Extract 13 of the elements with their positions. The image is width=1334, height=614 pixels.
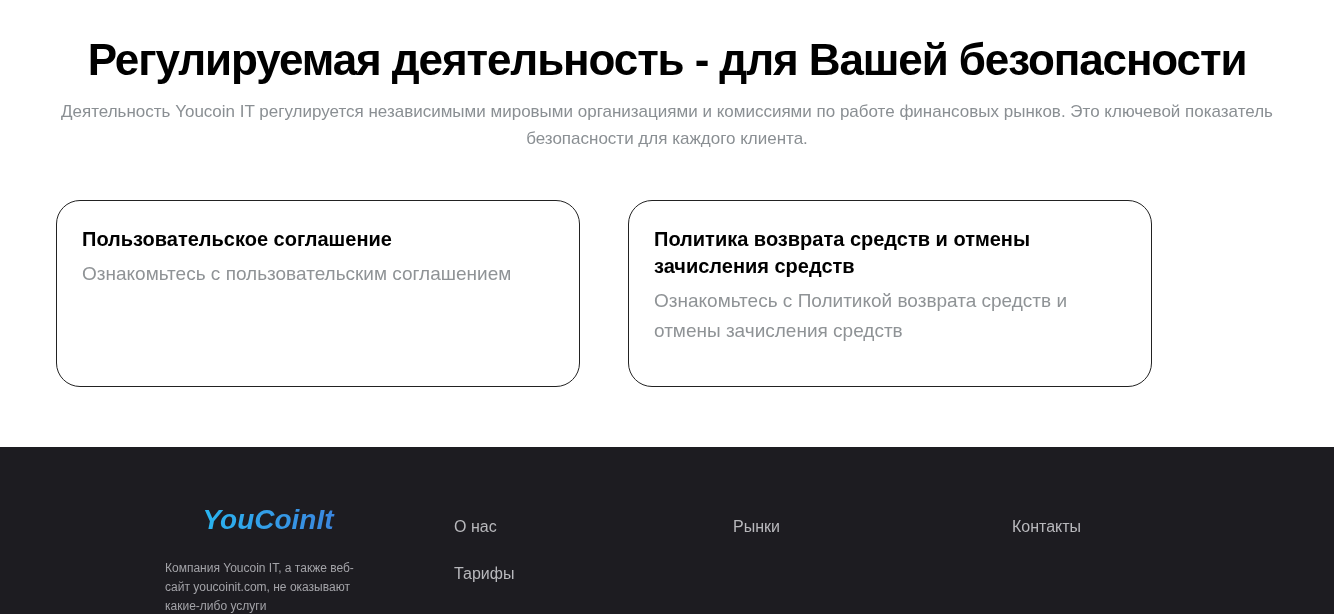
document-card[interactable]: Пользовательское соглашение Ознакомьтесь с пользовательским соглашением xyxy=(56,200,580,387)
footer-disclaimer: Компания Youcoin IT, а также веб-сайт youcoinit.com, не оказывают какие-либо услуги xyxy=(165,560,355,614)
footer-link[interactable]: О нас xyxy=(454,516,497,537)
section-title: Регулируемая деятельность - для Вашей безопасности xyxy=(87,34,1247,86)
document-card[interactable]: Политика возврата средств и отмены зачисления средств Ознакомьтесь с Политикой возврата средств и отмены зачисления средств xyxy=(628,200,1152,387)
footer-link[interactable]: Рынки xyxy=(733,516,780,537)
card-description: Ознакомьтесь с пользовательским соглашением xyxy=(82,262,513,286)
section-subtitle: Деятельность Youcoin IT регулируется независимыми мировыми организациями и комиссиями по работе финансовых рынков. Это ключевой показатель безопасности для каждого клиента. xyxy=(60,101,1274,150)
footer-link[interactable]: Контакты xyxy=(1012,516,1082,537)
card-title: Политика возврата средств и отмены зачисления средств xyxy=(654,227,1031,279)
card-title: Пользовательское соглашение xyxy=(82,227,393,252)
card-description: Ознакомьтесь с Политикой возврата средств и отмены зачисления средств xyxy=(654,289,1069,343)
footer-link[interactable]: Тарифы xyxy=(454,563,515,584)
